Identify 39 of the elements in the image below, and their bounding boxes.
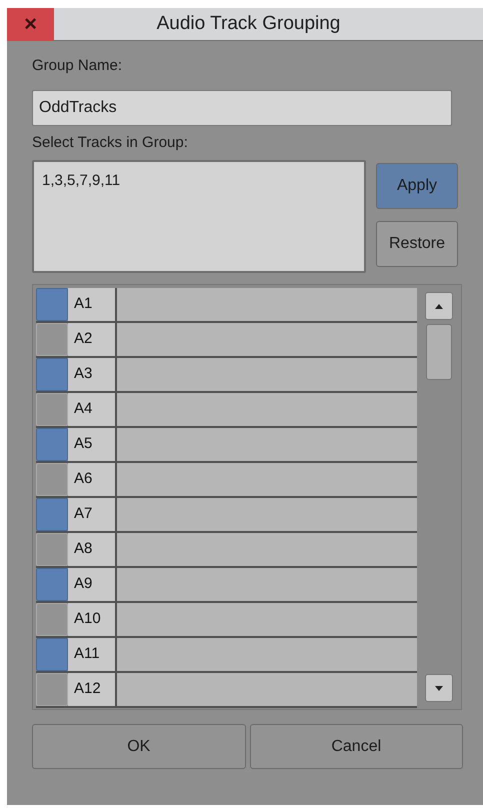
track-name: A7 <box>68 498 117 531</box>
track-checkbox[interactable] <box>36 323 68 356</box>
track-name: A8 <box>68 533 117 566</box>
track-name: A5 <box>68 428 117 461</box>
track-name: A2 <box>68 323 117 356</box>
ok-button[interactable]: OK <box>32 724 246 769</box>
track-checkbox[interactable] <box>36 393 68 426</box>
apply-button[interactable]: Apply <box>376 163 458 209</box>
track-name: A6 <box>68 463 117 496</box>
track-checkbox[interactable] <box>36 568 68 601</box>
cancel-button[interactable]: Cancel <box>250 724 463 769</box>
track-checkbox[interactable] <box>36 638 68 671</box>
track-name: A11 <box>68 638 117 671</box>
down-triangle-icon <box>435 686 444 690</box>
scroll-thumb[interactable] <box>426 324 452 380</box>
track-name: A10 <box>68 603 117 636</box>
track-checkbox[interactable] <box>36 428 68 461</box>
track-checkbox[interactable] <box>36 358 68 391</box>
select-tracks-label: Select Tracks in Group: <box>32 132 189 152</box>
track-checkbox[interactable] <box>36 533 68 566</box>
group-name-field[interactable]: OddTracks <box>32 90 452 126</box>
group-name-label: Group Name: <box>32 56 124 76</box>
window-title: Audio Track Grouping <box>156 12 342 36</box>
scroll-up-button[interactable] <box>425 292 454 320</box>
up-triangle-icon <box>435 304 444 308</box>
track-checkbox[interactable] <box>36 288 68 321</box>
track-name: A1 <box>68 288 117 321</box>
track-checkbox[interactable] <box>36 603 68 636</box>
close-button[interactable]: × <box>7 8 54 40</box>
track-checkbox[interactable] <box>36 673 68 706</box>
scroll-down-button[interactable] <box>425 674 454 702</box>
track-checkbox[interactable] <box>36 498 68 531</box>
track-name: A3 <box>68 358 117 391</box>
track-name: A9 <box>68 568 117 601</box>
track-name: A4 <box>68 393 117 426</box>
restore-button[interactable]: Restore <box>376 221 458 267</box>
tracks-text-area[interactable]: 1,3,5,7,9,11 <box>32 160 366 273</box>
track-name: A12 <box>68 673 117 706</box>
track-checkbox[interactable] <box>36 463 68 496</box>
